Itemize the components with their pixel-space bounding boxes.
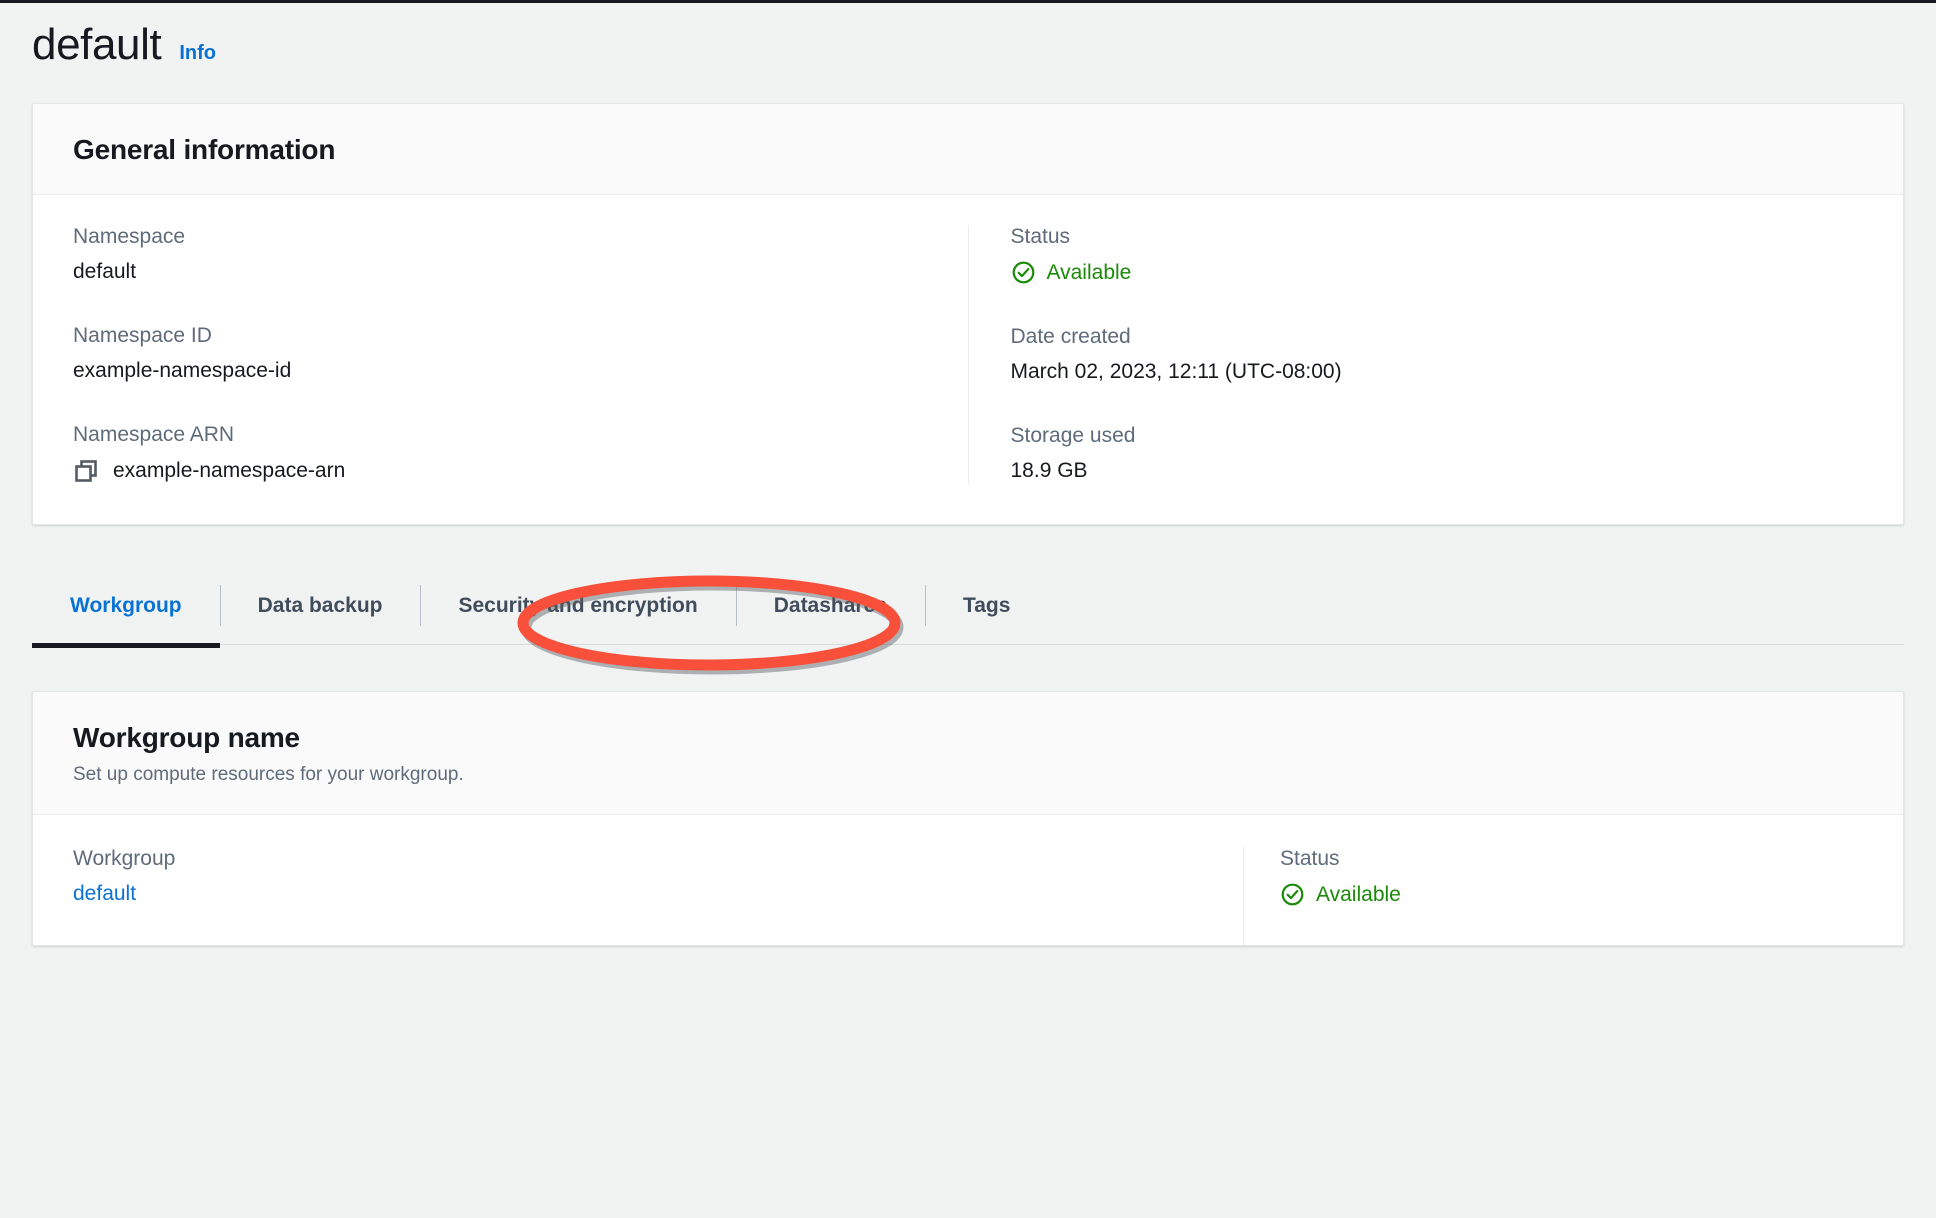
field-namespace-arn: Namespace ARN example-namespace-arn xyxy=(73,423,926,484)
field-status-value-row: Available xyxy=(1011,260,1864,285)
field-date-created: Date created March 02, 2023, 12:11 (UTC-… xyxy=(1011,325,1864,384)
page-title: default xyxy=(32,20,162,69)
field-namespace-label: Namespace xyxy=(73,225,186,248)
workgroup-card-header: Workgroup name Set up compute resources … xyxy=(33,692,1903,815)
tabs-container: Workgroup Data backup Security and encry… xyxy=(32,567,1904,675)
general-information-right-column: Status Available Date created March 02, … xyxy=(967,225,1864,484)
field-date-created-value: March 02, 2023, 12:11 (UTC-08:00) xyxy=(1010,360,1342,383)
field-workgroup: Workgroup default xyxy=(73,847,1243,906)
field-workgroup-status-label: Status xyxy=(1280,847,1340,870)
tab-tags[interactable]: Tags xyxy=(924,567,1048,644)
page-header: default Info xyxy=(0,3,1936,103)
field-namespace-value: default xyxy=(73,260,137,283)
general-information-left-column: Namespace default Namespace ID example-n… xyxy=(73,225,968,484)
field-storage-used-value: 18.9 GB xyxy=(1010,459,1088,482)
general-information-columns: Namespace default Namespace ID example-n… xyxy=(73,225,1863,484)
general-information-heading: General information xyxy=(73,134,336,165)
field-workgroup-status-value-row: Available xyxy=(1280,882,1863,907)
field-namespace: Namespace default xyxy=(73,225,926,284)
namespace-arn-text: example-namespace-arn xyxy=(113,459,346,482)
field-workgroup-label: Workgroup xyxy=(73,847,176,870)
page-root: default Info General information Namespa… xyxy=(0,0,1936,1218)
workgroup-default-link[interactable]: default xyxy=(73,882,1243,906)
field-storage-used-label: Storage used xyxy=(1010,424,1136,447)
status-text: Available xyxy=(1046,260,1132,284)
copy-icon[interactable] xyxy=(73,458,99,484)
workgroup-name-heading: Workgroup name xyxy=(73,722,300,753)
field-status: Status Available xyxy=(1011,225,1864,285)
status-available-icon xyxy=(1280,882,1305,907)
tab-workgroup[interactable]: Workgroup xyxy=(32,567,220,648)
status-badge: Available xyxy=(1011,260,1132,285)
tab-data-backup[interactable]: Data backup xyxy=(219,567,421,644)
workgroup-card: Workgroup name Set up compute resources … xyxy=(32,691,1904,946)
workgroup-left-column: Workgroup default xyxy=(73,847,1243,945)
workgroup-name-subtitle: Set up compute resources for your workgr… xyxy=(73,764,464,785)
general-information-body: Namespace default Namespace ID example-n… xyxy=(33,195,1903,524)
field-namespace-id-value: example-namespace-id xyxy=(73,359,292,382)
tab-security-and-encryption[interactable]: Security and encryption xyxy=(420,567,735,644)
general-information-header: General information xyxy=(33,104,1903,195)
workgroup-status-text: Available xyxy=(1316,882,1401,906)
field-status-label: Status xyxy=(1010,225,1071,248)
workgroup-status-badge: Available xyxy=(1280,882,1401,907)
status-available-icon xyxy=(1011,260,1036,285)
field-namespace-arn-value-row: example-namespace-arn xyxy=(73,458,926,484)
general-information-card: General information Namespace default Na… xyxy=(32,103,1904,525)
field-namespace-arn-label: Namespace ARN xyxy=(73,423,235,446)
field-namespace-id-label: Namespace ID xyxy=(73,324,212,347)
field-storage-used: Storage used 18.9 GB xyxy=(1011,424,1864,483)
field-workgroup-status: Status Available xyxy=(1280,847,1863,907)
info-link[interactable]: Info xyxy=(179,42,216,65)
workgroup-right-column: Status Available xyxy=(1243,847,1863,945)
field-date-created-label: Date created xyxy=(1010,325,1131,348)
field-namespace-id: Namespace ID example-namespace-id xyxy=(73,324,926,383)
workgroup-card-body: Workgroup default Status Available xyxy=(33,815,1903,945)
tab-datashares[interactable]: Datashares xyxy=(735,567,925,644)
tab-list: Workgroup Data backup Security and encry… xyxy=(32,567,1904,648)
